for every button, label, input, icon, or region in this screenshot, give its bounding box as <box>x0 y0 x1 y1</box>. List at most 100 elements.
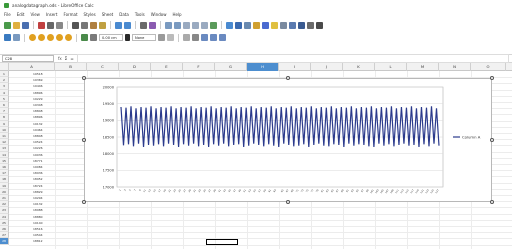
hyperlink-icon[interactable] <box>262 21 269 29</box>
line-color-icon[interactable] <box>125 34 130 41</box>
column-header-k[interactable]: K <box>343 63 375 71</box>
column-header-i[interactable]: I <box>279 63 311 71</box>
rotate-icon[interactable] <box>192 34 199 41</box>
menu-file[interactable]: File <box>4 12 11 17</box>
align-icon[interactable] <box>4 34 11 41</box>
x-tick-label: 5 <box>129 188 133 191</box>
row-icon[interactable] <box>165 21 172 29</box>
column-header-c[interactable]: C <box>87 63 119 71</box>
column-header-g[interactable]: G <box>215 63 247 71</box>
x-tick-label: 11 <box>143 188 147 193</box>
find-replace-icon[interactable] <box>140 21 147 29</box>
x-tick-label: 51 <box>243 188 247 193</box>
clone-formatting-icon[interactable] <box>99 21 106 29</box>
wrap-icon[interactable] <box>38 34 45 41</box>
send-to-back-icon[interactable] <box>56 34 63 41</box>
insert-image-icon[interactable] <box>226 21 233 29</box>
resize-handle[interactable] <box>490 76 494 80</box>
function-wizard-icon[interactable]: fx <box>58 56 62 61</box>
define-print-area-icon[interactable] <box>289 21 296 29</box>
points-icon[interactable] <box>201 34 208 41</box>
resize-handle[interactable] <box>82 138 86 142</box>
spelling-icon[interactable] <box>149 21 156 29</box>
menu-styles[interactable]: Styles <box>84 12 96 17</box>
freeze-rows-columns-icon[interactable] <box>298 21 305 29</box>
redo-icon[interactable] <box>124 21 131 29</box>
chart-object[interactable]: 20000 19500 19000 18500 18000 17500 17000 1 3 5 7 9… <box>84 78 492 202</box>
area-style-select[interactable]: None <box>132 34 156 41</box>
position-size-icon[interactable] <box>183 34 190 41</box>
paste-icon[interactable] <box>90 21 97 29</box>
fontwork-icon[interactable] <box>210 34 217 41</box>
save-icon[interactable] <box>22 21 29 29</box>
shadow-icon[interactable] <box>167 34 174 41</box>
column-header-b[interactable]: B <box>55 63 87 71</box>
print-preview-icon[interactable] <box>56 21 63 29</box>
column-header-a[interactable]: A <box>9 63 55 71</box>
undo-icon[interactable] <box>115 21 122 29</box>
cell-cursor[interactable] <box>206 239 238 245</box>
menu-tools[interactable]: Tools <box>135 12 145 17</box>
select-all-corner[interactable] <box>0 63 9 71</box>
menu-view[interactable]: View <box>30 12 40 17</box>
resize-handle[interactable] <box>82 200 86 204</box>
menu-insert[interactable]: Insert <box>46 12 57 17</box>
headers-footers-icon[interactable] <box>280 21 287 29</box>
sort-ascending-icon[interactable] <box>192 21 199 29</box>
autofilter-icon[interactable] <box>210 21 217 29</box>
menu-help[interactable]: Help <box>172 12 181 17</box>
column-header-m[interactable]: M <box>407 63 439 71</box>
anchor-icon[interactable] <box>29 34 36 41</box>
formula-icon[interactable]: = <box>70 56 73 61</box>
row-header[interactable]: 28 <box>0 238 9 245</box>
to-foreground-icon[interactable] <box>65 34 72 41</box>
split-window-icon[interactable] <box>307 21 314 29</box>
special-character-icon[interactable] <box>253 21 260 29</box>
column-header-o[interactable]: O <box>471 63 506 71</box>
column-header-h[interactable]: H <box>247 63 279 71</box>
area-icon[interactable] <box>158 34 165 41</box>
print-icon[interactable] <box>47 21 54 29</box>
column-header-n[interactable]: N <box>439 63 471 71</box>
menu-sheet[interactable]: Sheet <box>102 12 114 17</box>
column-icon[interactable] <box>174 21 181 29</box>
resize-handle[interactable] <box>490 200 494 204</box>
menu-edit[interactable]: Edit <box>17 12 25 17</box>
sort-icon[interactable] <box>183 21 190 29</box>
column-header-e[interactable]: E <box>151 63 183 71</box>
formula-input[interactable] <box>76 54 509 63</box>
pivot-table-icon[interactable] <box>244 21 251 29</box>
export-pdf-icon[interactable] <box>38 21 45 29</box>
group-icon[interactable] <box>219 34 226 41</box>
show-draw-functions-icon[interactable] <box>316 21 323 29</box>
column-header-j[interactable]: J <box>311 63 343 71</box>
line-width-field[interactable]: 0.00 cm <box>99 34 123 41</box>
line-ends-icon[interactable] <box>90 34 97 41</box>
sort-descending-icon[interactable] <box>201 21 208 29</box>
line-icon[interactable] <box>81 34 88 41</box>
resize-handle[interactable] <box>286 76 290 80</box>
window-title: analogdatagraph.ods - LibreOffice Calc <box>12 2 94 8</box>
comment-icon[interactable] <box>271 21 278 29</box>
x-tick-label: 73 <box>300 188 304 193</box>
menu-window[interactable]: Window <box>151 12 167 17</box>
cut-icon[interactable] <box>72 21 79 29</box>
menu-data[interactable]: Data <box>119 12 129 17</box>
menu-format[interactable]: Format <box>63 12 77 17</box>
column-header-l[interactable]: L <box>375 63 407 71</box>
copy-icon[interactable] <box>81 21 88 29</box>
title-bar: analogdatagraph.ods - LibreOffice Calc <box>0 0 512 10</box>
column-header-f[interactable]: F <box>183 63 215 71</box>
resize-handle[interactable] <box>82 76 86 80</box>
insert-chart-icon[interactable] <box>235 21 242 29</box>
arrange-icon[interactable] <box>13 34 20 41</box>
open-folder-icon[interactable] <box>13 21 20 29</box>
name-box[interactable]: C28 <box>2 55 54 62</box>
resize-handle[interactable] <box>490 138 494 142</box>
bring-to-front-icon[interactable] <box>47 34 54 41</box>
separator <box>24 33 25 42</box>
sum-icon[interactable]: Σ <box>65 56 68 61</box>
new-document-icon[interactable] <box>4 21 11 29</box>
resize-handle[interactable] <box>286 200 290 204</box>
column-header-d[interactable]: D <box>119 63 151 71</box>
